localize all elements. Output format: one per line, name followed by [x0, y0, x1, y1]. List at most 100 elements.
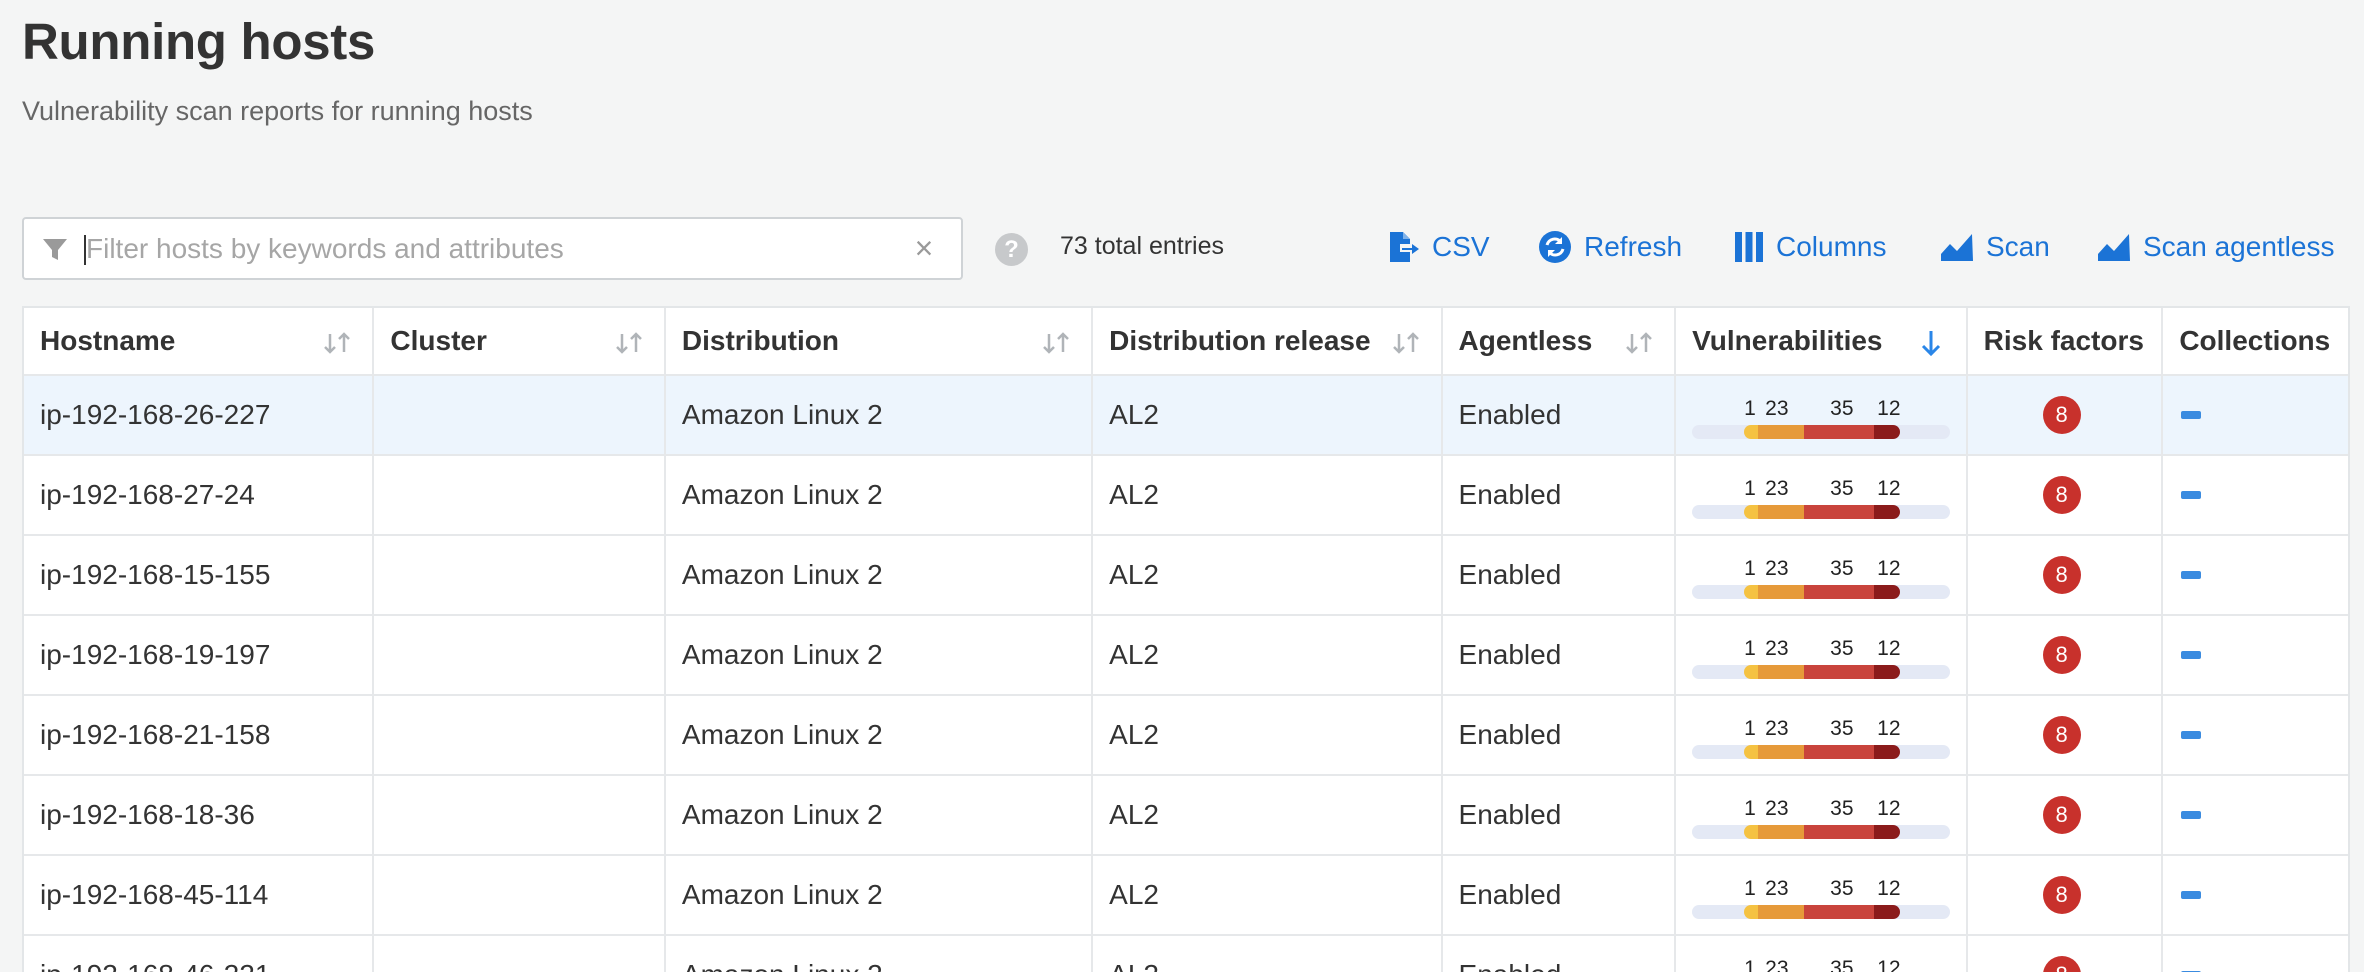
vulnerabilities-cell[interactable]: 1 23 35 12: [1676, 776, 1968, 854]
table-row[interactable]: ip-192-168-21-158 Amazon Linux 2 AL2 Enable…: [24, 696, 2348, 776]
hostname-link[interactable]: ip-192-168-18-36: [40, 799, 255, 831]
collection-tag[interactable]: [2181, 731, 2202, 739]
sort-icon[interactable]: [1389, 330, 1425, 356]
risk-factors-cell[interactable]: 8: [1968, 936, 2164, 972]
vuln-medium-segment: [1758, 665, 1805, 679]
hostname-cell[interactable]: ip-192-168-45-114: [24, 856, 375, 934]
hostname-link[interactable]: ip-192-168-15-155: [40, 559, 270, 591]
vulnerabilities-cell[interactable]: 1 23 35 12: [1676, 456, 1968, 534]
collection-tag[interactable]: [2181, 811, 2202, 819]
hostname-cell[interactable]: ip-192-168-46-221: [24, 936, 375, 972]
table-row[interactable]: ip-192-168-19-197 Amazon Linux 2 AL2 Enable…: [24, 616, 2348, 696]
scan-agentless-button[interactable]: Scan agentless: [2097, 225, 2334, 269]
risk-factors-cell[interactable]: 8: [1968, 856, 2164, 934]
hostname-link[interactable]: ip-192-168-21-158: [40, 719, 270, 751]
hostname-link[interactable]: ip-192-168-27-24: [40, 479, 255, 511]
collection-tag[interactable]: [2181, 491, 2202, 499]
hostname-cell[interactable]: ip-192-168-15-155: [24, 536, 375, 614]
vulnerabilities-cell[interactable]: 1 23 35 12: [1676, 696, 1968, 774]
risk-factors-cell[interactable]: 8: [1968, 376, 2164, 454]
hostname-link[interactable]: ip-192-168-45-114: [40, 879, 268, 911]
column-header-distribution[interactable]: Distribution: [666, 308, 1094, 374]
table-row[interactable]: ip-192-168-27-24 Amazon Linux 2 AL2 Enabled…: [24, 456, 2348, 536]
clear-icon[interactable]: ×: [909, 232, 939, 264]
table-row[interactable]: ip-192-168-15-155 Amazon Linux 2 AL2 Enable…: [24, 536, 2348, 616]
risk-factors-cell[interactable]: 8: [1968, 776, 2164, 854]
table-row[interactable]: ip-192-168-26-227 Amazon Linux 2 AL2 Enable…: [24, 376, 2348, 456]
column-header-vulnerabilities[interactable]: Vulnerabilities: [1676, 308, 1968, 374]
collection-tag[interactable]: [2181, 571, 2202, 579]
hostname-cell[interactable]: ip-192-168-18-36: [24, 776, 375, 854]
risk-factor-badge[interactable]: 8: [2042, 476, 2081, 514]
column-header-hostname[interactable]: Hostname: [24, 308, 375, 374]
collections-cell[interactable]: [2163, 456, 2348, 534]
risk-factor-badge[interactable]: 8: [2042, 796, 2081, 834]
risk-factor-badge[interactable]: 8: [2042, 716, 2081, 754]
csv-button[interactable]: CSV: [1386, 225, 1490, 269]
hostname-link[interactable]: ip-192-168-26-227: [40, 399, 270, 431]
risk-factor-badge[interactable]: 8: [2042, 556, 2081, 594]
risk-factor-badge[interactable]: 8: [2042, 876, 2081, 914]
collections-cell[interactable]: [2163, 696, 2348, 774]
collections-cell[interactable]: [2163, 776, 2348, 854]
table-row[interactable]: ip-192-168-46-221 Amazon Linux 2 AL2 Enable…: [24, 936, 2348, 972]
risk-factor-badge[interactable]: 8: [2042, 396, 2081, 434]
column-header-collections[interactable]: Collections: [2163, 308, 2348, 374]
collections-cell[interactable]: [2163, 536, 2348, 614]
hostname-link[interactable]: ip-192-168-19-197: [40, 639, 270, 671]
vulnerability-bar[interactable]: 1 23 35 12: [1692, 947, 1950, 972]
collections-cell[interactable]: [2163, 376, 2348, 454]
scan-button[interactable]: Scan: [1940, 225, 2050, 269]
risk-factors-cell[interactable]: 8: [1968, 456, 2164, 534]
collections-cell[interactable]: [2163, 856, 2348, 934]
risk-factors-cell[interactable]: 8: [1968, 536, 2164, 614]
filter-box[interactable]: ×: [22, 217, 963, 280]
sort-descending-icon[interactable]: [1918, 328, 1944, 358]
sort-icon[interactable]: [1039, 330, 1075, 356]
hostname-cell[interactable]: ip-192-168-21-158: [24, 696, 375, 774]
vulnerabilities-cell[interactable]: 1 23 35 12: [1676, 936, 1968, 972]
filter-input[interactable]: [86, 227, 886, 271]
collections-cell[interactable]: [2163, 936, 2348, 972]
column-header-risk-factors[interactable]: Risk factors: [1968, 308, 2164, 374]
refresh-button[interactable]: Refresh: [1538, 225, 1682, 269]
vulnerabilities-cell[interactable]: 1 23 35 12: [1676, 616, 1968, 694]
column-header-agentless[interactable]: Agentless: [1443, 308, 1677, 374]
cluster-cell: [374, 936, 666, 972]
risk-factors-cell[interactable]: 8: [1968, 696, 2164, 774]
columns-button[interactable]: Columns: [1734, 225, 1886, 269]
vulnerability-bar[interactable]: 1 23 35 12: [1692, 707, 1951, 763]
risk-factors-cell[interactable]: 8: [1968, 616, 2164, 694]
risk-factor-badge[interactable]: 8: [2042, 956, 2081, 972]
hostname-cell[interactable]: ip-192-168-27-24: [24, 456, 375, 534]
hostname-cell[interactable]: ip-192-168-26-227: [24, 376, 375, 454]
collection-tag[interactable]: [2181, 411, 2202, 419]
vulnerabilities-cell[interactable]: 1 23 35 12: [1676, 856, 1968, 934]
vuln-segments: [1744, 585, 1901, 599]
sort-icon[interactable]: [320, 330, 356, 356]
collection-tag[interactable]: [2181, 651, 2202, 659]
agentless-cell: Enabled: [1443, 456, 1677, 534]
vulnerability-bar[interactable]: 1 23 35 12: [1692, 787, 1951, 843]
vulnerability-bar[interactable]: 1 23 35 12: [1692, 627, 1951, 683]
agentless-cell: Enabled: [1443, 936, 1677, 972]
vulnerabilities-cell[interactable]: 1 23 35 12: [1676, 536, 1968, 614]
sort-icon[interactable]: [612, 330, 648, 356]
column-header-distribution-release[interactable]: Distribution release: [1093, 308, 1443, 374]
hostname-link[interactable]: ip-192-168-46-221: [40, 959, 270, 972]
sort-icon[interactable]: [1622, 330, 1658, 356]
vulnerability-bar[interactable]: 1 23 35 12: [1692, 547, 1951, 603]
hostname-cell[interactable]: ip-192-168-19-197: [24, 616, 375, 694]
risk-factor-badge[interactable]: 8: [2042, 636, 2081, 674]
table-row[interactable]: ip-192-168-18-36 Amazon Linux 2 AL2 Enabled…: [24, 776, 2348, 856]
vuln-critical-count: 12: [1877, 717, 1901, 740]
vulnerability-bar[interactable]: 1 23 35 12: [1692, 867, 1951, 923]
collections-cell[interactable]: [2163, 616, 2348, 694]
collection-tag[interactable]: [2181, 891, 2202, 899]
column-header-cluster[interactable]: Cluster: [374, 308, 666, 374]
vulnerabilities-cell[interactable]: 1 23 35 12: [1676, 376, 1968, 454]
table-row[interactable]: ip-192-168-45-114 Amazon Linux 2 AL2 Enable…: [24, 856, 2348, 936]
vulnerability-bar[interactable]: 1 23 35 12: [1692, 467, 1951, 523]
help-icon[interactable]: ?: [995, 233, 1028, 266]
vulnerability-bar[interactable]: 1 23 35 12: [1692, 387, 1951, 443]
